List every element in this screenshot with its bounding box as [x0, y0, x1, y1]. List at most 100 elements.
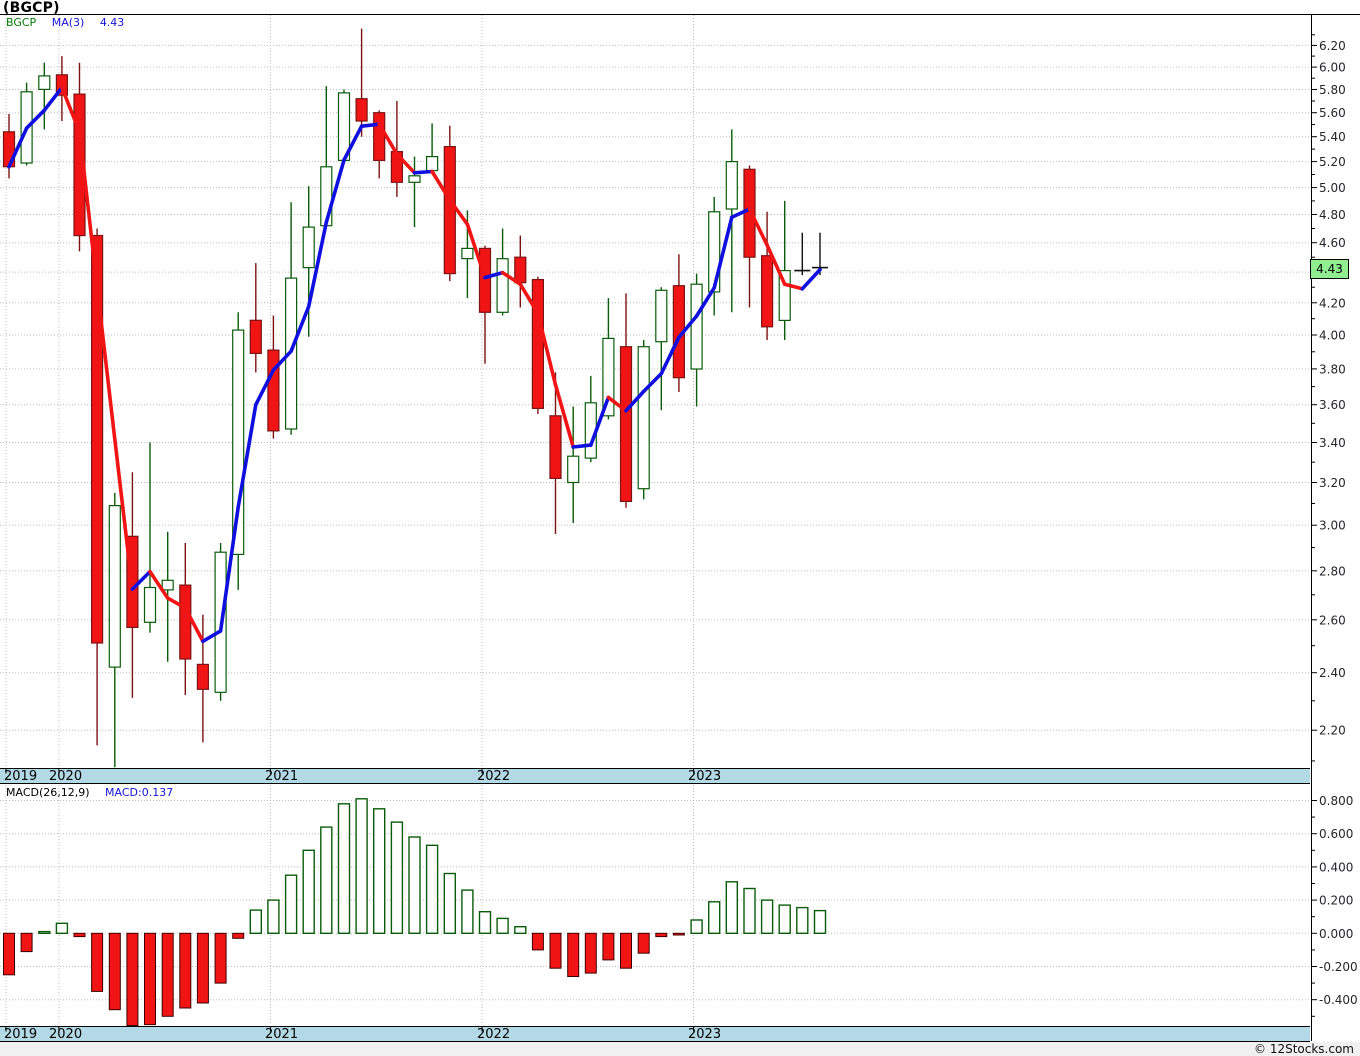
candle-body	[443, 146, 456, 275]
svg-text:5.60: 5.60	[1319, 106, 1346, 120]
macd-bar	[655, 932, 668, 938]
candle-body	[196, 663, 209, 690]
svg-text:3.40: 3.40	[1319, 436, 1346, 450]
macd-bar	[108, 932, 121, 1011]
macd-value-label: MACD:0.137	[105, 786, 174, 799]
price-axis: 6.206.005.805.605.405.205.004.804.604.40…	[1311, 34, 1346, 762]
macd-bar	[267, 899, 280, 934]
svg-text:3.00: 3.00	[1319, 519, 1346, 533]
candle-body	[690, 283, 703, 370]
candle-body	[531, 279, 545, 410]
candle-body	[496, 258, 509, 313]
svg-text:5.80: 5.80	[1319, 83, 1346, 97]
candle-body	[108, 505, 121, 668]
macd-bar	[161, 932, 174, 1017]
svg-text:2.60: 2.60	[1319, 613, 1346, 627]
last-price-badge: 4.43	[1310, 259, 1349, 279]
macd-bar	[567, 932, 580, 977]
macd-bar	[373, 808, 386, 934]
macd-bar	[496, 917, 509, 935]
candle-body	[143, 586, 157, 623]
svg-text:4.20: 4.20	[1319, 296, 1346, 310]
macd-bar	[478, 911, 492, 935]
legend-ma-value: 4.43	[99, 16, 125, 29]
chart-canvas: 6.206.005.805.605.405.205.004.804.604.40…	[0, 14, 1360, 1041]
candle-body	[514, 256, 527, 284]
svg-text:6.00: 6.00	[1319, 61, 1346, 75]
macd-bar	[214, 932, 227, 984]
macd-bar	[179, 932, 192, 1009]
candle-body	[232, 329, 245, 556]
svg-text:0.200: 0.200	[1319, 894, 1353, 908]
macd-bar	[672, 932, 685, 936]
macd-bar	[355, 798, 368, 934]
macd-bar	[232, 932, 245, 939]
macd-bar	[38, 930, 51, 934]
macd-bar	[743, 887, 756, 934]
macd-bar	[443, 872, 456, 934]
candle-body	[461, 247, 474, 260]
svg-text:0.400: 0.400	[1319, 860, 1353, 874]
macd-bar	[55, 922, 69, 934]
macd-bar	[249, 909, 263, 934]
macd-bar	[337, 803, 351, 934]
svg-text:5.00: 5.00	[1319, 181, 1346, 195]
svg-text:5.20: 5.20	[1319, 155, 1346, 169]
macd-bar	[320, 826, 333, 934]
macd-bar	[144, 932, 156, 1026]
page-title: (BGCP)	[3, 0, 60, 16]
svg-text:2.40: 2.40	[1319, 666, 1346, 680]
legend-symbol: BGCP	[6, 16, 37, 29]
candle-body	[38, 75, 51, 91]
candle-body	[355, 98, 368, 122]
macd-bar	[196, 932, 209, 1004]
macd-bar	[690, 919, 703, 935]
candle-body	[760, 255, 774, 328]
svg-text:4.00: 4.00	[1319, 329, 1346, 343]
candle-body	[619, 346, 633, 503]
svg-text:3.80: 3.80	[1319, 362, 1346, 376]
macd-legend: MACD(26,12,9) MACD:0.137	[6, 786, 185, 799]
candle-body	[655, 289, 668, 343]
svg-text:3.20: 3.20	[1319, 476, 1346, 490]
svg-text:2.80: 2.80	[1319, 564, 1346, 578]
macd-bar	[531, 932, 544, 951]
candle-body	[478, 247, 492, 313]
svg-text:0.800: 0.800	[1319, 794, 1353, 808]
candle-body	[426, 156, 439, 172]
candle-body	[708, 211, 721, 293]
macd-bar	[514, 926, 527, 935]
macd-bar	[408, 836, 421, 935]
macd-bar	[390, 821, 404, 934]
macd-bar	[549, 932, 562, 969]
macd-bar	[20, 932, 33, 953]
macd-bar	[91, 932, 104, 992]
macd-bar	[602, 932, 615, 961]
legend-ma-label: MA(3)	[51, 16, 85, 29]
macd-bar	[126, 932, 139, 1026]
price-legend: BGCP MA(3) 4.43	[6, 16, 136, 29]
svg-text:-0.400: -0.400	[1319, 993, 1358, 1007]
candle-body	[161, 579, 174, 591]
macd-bar	[760, 899, 774, 934]
svg-text:0.600: 0.600	[1319, 827, 1353, 841]
macd-bar	[708, 901, 721, 934]
svg-text:3.60: 3.60	[1319, 398, 1346, 412]
candle-body	[549, 415, 562, 479]
macd-gridlines	[0, 800, 1311, 1001]
svg-text:4.60: 4.60	[1319, 236, 1346, 250]
candle-body	[179, 584, 192, 660]
macd-bar	[778, 904, 791, 934]
macd-bar	[796, 906, 809, 934]
macd-histogram	[3, 798, 827, 1026]
macd-bar	[620, 932, 632, 969]
macd-bar	[73, 932, 86, 938]
macd-bar	[3, 932, 15, 976]
macd-bar	[425, 844, 439, 934]
svg-text:6.20: 6.20	[1319, 39, 1346, 53]
macd-bar	[725, 881, 738, 934]
macd-bar	[461, 889, 474, 934]
candle-body	[637, 346, 650, 490]
macd-bar	[637, 932, 650, 954]
candle-body	[302, 226, 315, 269]
